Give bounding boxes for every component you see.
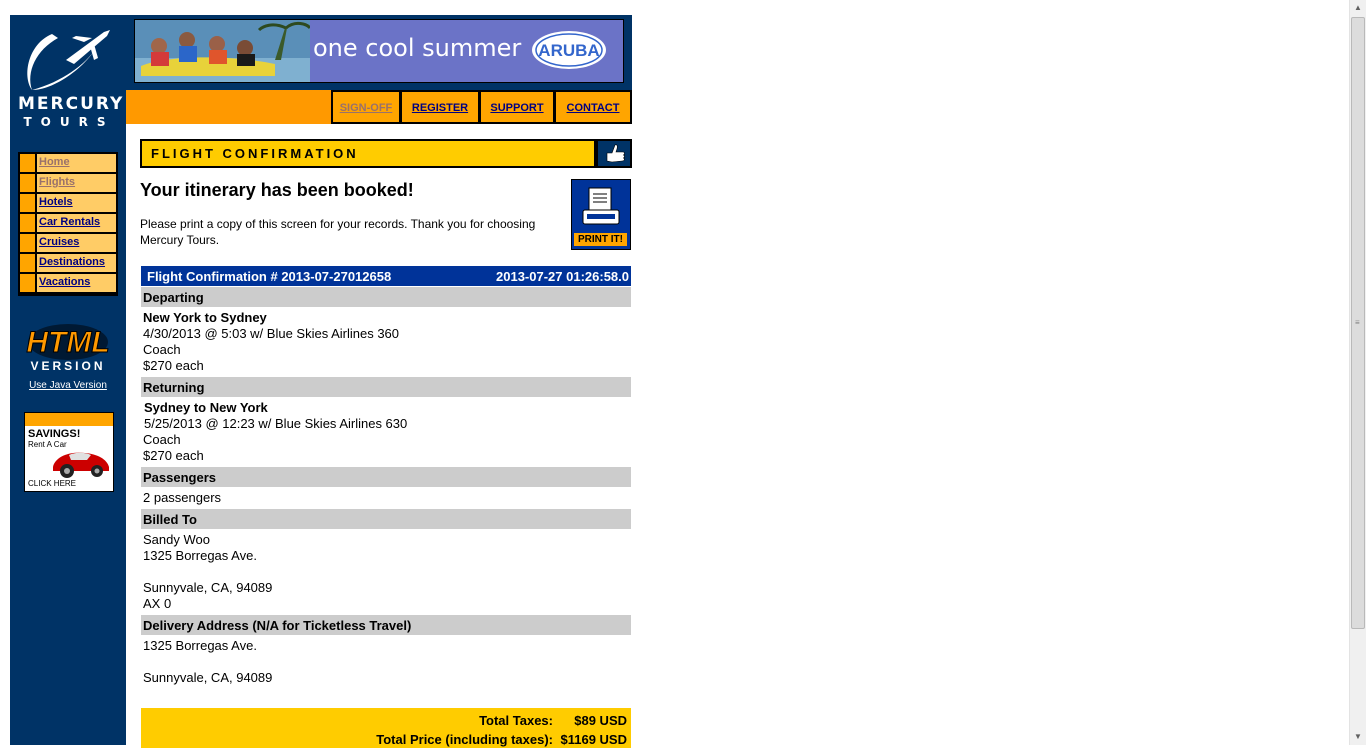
sidebar-item-hotels[interactable]: Hotels	[20, 194, 116, 212]
nav-bullet	[20, 274, 35, 292]
returning-class: Coach	[143, 432, 181, 447]
aruba-logo: ARUBA	[532, 31, 606, 69]
html-badge-title: HTML	[26, 326, 109, 359]
print-it-label: PRINT IT!	[574, 233, 627, 246]
scroll-up-arrow-icon[interactable]: ▲	[1350, 0, 1366, 16]
sidebar-item-vacations[interactable]: Vacations	[20, 274, 116, 292]
departing-route: New York to Sydney	[143, 310, 267, 325]
returning-price: $270 each	[143, 448, 204, 463]
billed-to-street: 1325 Borregas Ave.	[143, 548, 257, 563]
departing-price: $270 each	[143, 358, 204, 373]
banner-photo	[135, 20, 310, 82]
top-nav-bar: SIGN-OFF REGISTER SUPPORT CONTACT	[126, 90, 632, 124]
nav-bullet	[20, 174, 35, 192]
confirmation-number: Flight Confirmation # 2013-07-27012658	[147, 269, 392, 284]
sidebar-link-hotels[interactable]: Hotels	[39, 196, 73, 208]
nav-bullet	[20, 214, 35, 232]
html-badge-subtitle: VERSION	[30, 359, 105, 373]
nav-bullet	[20, 254, 35, 272]
delivery-city: Sunnyvale, CA, 94089	[143, 670, 273, 685]
vertical-scrollbar[interactable]: ▲ ≡ ▼	[1349, 0, 1366, 745]
ad-click-here: CLICK HERE	[28, 479, 77, 488]
delivery-street: 1325 Borregas Ave.	[143, 638, 257, 653]
total-taxes-label: Total Taxes:	[479, 713, 553, 728]
total-taxes-value: $89 USD	[574, 713, 627, 728]
ad-top-stripe	[25, 413, 113, 426]
departing-label: Departing	[143, 290, 204, 305]
confirmation-timestamp: 2013-07-27 01:26:58.0	[496, 269, 629, 284]
confirmation-number-bar: Flight Confirmation # 2013-07-27012658 2…	[141, 266, 631, 286]
thumbs-up-icon	[606, 144, 625, 163]
sidebar-item-car-rentals[interactable]: Car Rentals	[20, 214, 116, 232]
page-title: FLIGHT CONFIRMATION	[151, 146, 359, 161]
red-car-icon	[53, 452, 109, 478]
billed-to-name: Sandy Woo	[143, 532, 210, 547]
sidebar-link-cruises[interactable]: Cruises	[39, 236, 79, 248]
sidebar-link-destinations[interactable]: Destinations	[39, 256, 105, 268]
contact-link[interactable]: CONTACT	[567, 102, 620, 114]
register-link[interactable]: REGISTER	[412, 102, 468, 114]
nav-bullet	[20, 154, 35, 172]
returning-detail: 5/25/2013 @ 12:23 w/ Blue Skies Airlines…	[144, 416, 408, 431]
nav-bullet	[20, 194, 35, 212]
nav-bullet	[20, 234, 35, 252]
billed-to-label: Billed To	[143, 512, 197, 527]
top-nav-item-contact[interactable]: CONTACT	[556, 92, 630, 122]
passengers-label: Passengers	[143, 470, 216, 485]
billed-to-section-header: Billed To	[141, 509, 631, 529]
departing-detail: 4/30/2013 @ 5:03 w/ Blue Skies Airlines …	[143, 326, 400, 341]
returning-label: Returning	[143, 380, 205, 395]
sidebar-nav: Home Flights Hotels Car Rentals Cruises …	[18, 152, 118, 296]
returning-route: Sydney to New York	[144, 400, 268, 415]
print-it-button[interactable]: PRINT IT!	[571, 179, 631, 250]
top-nav-links: SIGN-OFF REGISTER SUPPORT CONTACT	[331, 90, 632, 124]
sidebar-item-home[interactable]: Home	[20, 154, 116, 172]
sign-off-link[interactable]: SIGN-OFF	[340, 102, 393, 114]
delivery-label: Delivery Address (N/A for Ticketless Tra…	[143, 618, 412, 633]
sidebar-item-destinations[interactable]: Destinations	[20, 254, 116, 272]
billed-to-card: AX 0	[143, 596, 172, 611]
ad-headline: SAVINGS!	[28, 428, 81, 440]
top-nav-item-sign-off[interactable]: SIGN-OFF	[333, 92, 399, 122]
top-nav-item-support[interactable]: SUPPORT	[481, 92, 553, 122]
sidebar-link-vacations[interactable]: Vacations	[39, 276, 90, 288]
flight-confirmation-header-bar: FLIGHT CONFIRMATION	[142, 141, 594, 166]
totals-bar: Total Taxes: $89 USD Total Price (includ…	[141, 708, 631, 748]
print-instructions: Please print a copy of this screen for y…	[140, 217, 536, 247]
passengers-count: 2 passengers	[143, 490, 222, 505]
use-java-version-link[interactable]: Use Java Version	[10, 380, 126, 391]
flight-confirmation-header: FLIGHT CONFIRMATION	[140, 139, 632, 168]
logo-wordmark-mercury: MERCURY	[18, 94, 125, 114]
banner-tagline: one cool summer	[313, 34, 522, 62]
passengers-section-header: Passengers	[141, 467, 631, 487]
sidebar-item-cruises[interactable]: Cruises	[20, 234, 116, 252]
scrollbar-thumb[interactable]: ≡	[1351, 17, 1365, 629]
sidebar-link-car-rentals[interactable]: Car Rentals	[39, 216, 100, 228]
aruba-logo-text: ARUBA	[538, 41, 599, 60]
billed-to-city: Sunnyvale, CA, 94089	[143, 580, 273, 595]
delivery-section-header: Delivery Address (N/A for Ticketless Tra…	[141, 615, 631, 635]
aruba-banner-ad[interactable]: one cool summer ARUBA	[134, 19, 624, 83]
departing-class: Coach	[143, 342, 181, 357]
thumbs-up-icon-box	[598, 141, 630, 166]
scrollbar-grip-icon: ≡	[1355, 318, 1360, 327]
html-version-badge: HTML VERSION	[22, 320, 114, 376]
sidebar-link-home[interactable]: Home	[39, 156, 70, 168]
sidebar-link-flights[interactable]: Flights	[39, 176, 75, 188]
airplane-logo-icon	[27, 30, 110, 90]
logo-wordmark-tours: TOURS	[23, 115, 115, 129]
returning-section-header: Returning	[141, 377, 631, 397]
rent-a-car-ad[interactable]: SAVINGS! Rent A Car CLICK HERE	[24, 412, 114, 492]
itinerary-booked-heading: Your itinerary has been booked!	[140, 180, 414, 200]
sidebar-item-flights[interactable]: Flights	[20, 174, 116, 192]
printer-icon	[582, 187, 620, 225]
departing-section-header: Departing	[141, 287, 631, 307]
top-nav-item-register[interactable]: REGISTER	[402, 92, 478, 122]
support-link[interactable]: SUPPORT	[490, 102, 543, 114]
scroll-down-arrow-icon[interactable]: ▼	[1350, 729, 1366, 745]
